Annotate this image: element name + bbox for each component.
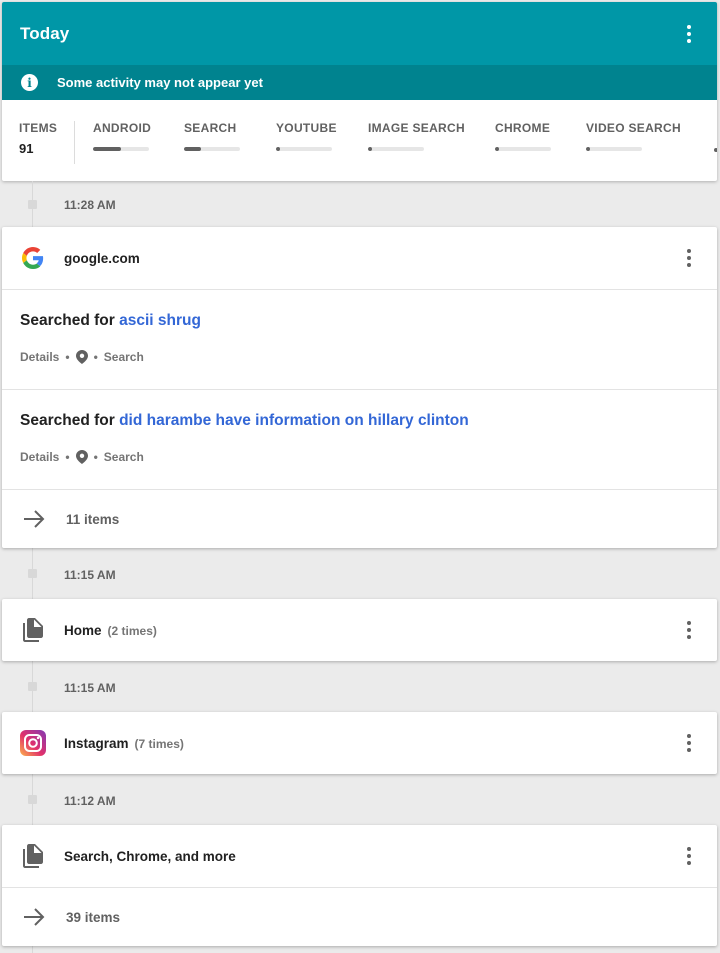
card-title: Home <box>64 622 102 638</box>
activity-card-home: Home (2 times) <box>2 599 717 661</box>
entry-prefix: Searched for <box>20 412 115 429</box>
chip-bar <box>184 147 240 151</box>
file-copy-icon <box>20 843 46 869</box>
product-label: Search <box>103 450 144 464</box>
activity-timeline: 11:28 AM google.com Searched for ascii s… <box>2 181 717 953</box>
card-header[interactable]: Search, Chrome, and more <box>2 825 717 887</box>
location-pin-icon[interactable] <box>75 450 88 464</box>
search-query-link[interactable]: did harambe have information on hillary … <box>119 412 469 429</box>
time-marker: 11:15 AM <box>2 548 717 599</box>
chip-label: IMAGE SEARCH <box>368 121 465 135</box>
chip-bar <box>368 147 424 151</box>
chip-label: CHROME <box>495 121 551 135</box>
more-vert-icon[interactable] <box>677 844 701 868</box>
chip-bar <box>495 147 551 151</box>
more-vert-icon[interactable] <box>677 246 701 270</box>
card-header[interactable]: google.com <box>2 227 717 289</box>
more-items-count: 39 items <box>66 909 121 925</box>
search-query-link[interactable]: ascii shrug <box>119 312 201 329</box>
more-vert-icon[interactable] <box>677 731 701 755</box>
chip-label: ANDROID <box>93 121 152 135</box>
time-marker: 11:15 AM <box>2 661 717 712</box>
details-link[interactable]: Details <box>20 350 59 364</box>
arrow-forward-icon <box>24 510 45 528</box>
more-items-count: 11 items <box>66 511 120 527</box>
instagram-icon <box>20 730 46 756</box>
google-icon <box>20 245 46 271</box>
filter-chip-android[interactable]: ANDROID <box>75 121 166 151</box>
visit-count: (2 times) <box>107 623 157 638</box>
chip-label: YOUTUBE <box>276 121 337 135</box>
visit-count: (7 times) <box>134 736 184 751</box>
filter-chip-chrome[interactable]: CHROME <box>477 121 568 151</box>
chip-label: VIDEO SEARCH <box>586 121 681 135</box>
card-title: Instagram <box>64 735 129 751</box>
file-copy-icon <box>20 617 46 643</box>
notice-bar: i Some activity may not appear yet <box>2 65 717 100</box>
activity-card-google: google.com Searched for ascii shrug Deta… <box>2 227 717 548</box>
product-filters: ITEMS 91 ANDROID SEARCH YOUTUBE IMAGE SE… <box>2 100 717 181</box>
more-vert-icon[interactable] <box>677 618 701 642</box>
card-title: google.com <box>64 250 140 266</box>
filter-chip-overflow[interactable] <box>711 121 717 161</box>
entry-prefix: Searched for <box>20 312 115 329</box>
time-label: 11:28 AM <box>64 198 116 212</box>
view-more-items-row[interactable]: 11 items <box>2 490 717 548</box>
time-label: 11:15 AM <box>64 680 116 695</box>
filter-chip-youtube[interactable]: YOUTUBE <box>258 121 350 151</box>
more-vert-icon[interactable] <box>677 22 701 46</box>
card-header[interactable]: Instagram (7 times) <box>2 712 717 774</box>
top-bar: Today <box>2 2 717 65</box>
items-count: ITEMS 91 <box>2 121 75 164</box>
time-marker: 11:28 AM <box>2 181 717 227</box>
activity-header-card: Today i Some activity may not appear yet… <box>2 2 717 181</box>
info-icon: i <box>21 74 38 91</box>
card-title: Search, Chrome, and more <box>64 848 236 864</box>
card-header[interactable]: Home (2 times) <box>2 599 717 661</box>
chip-bar <box>93 147 149 151</box>
time-marker: 11:12 AM <box>2 774 717 825</box>
filter-chip-image-search[interactable]: IMAGE SEARCH <box>350 121 477 151</box>
view-more-items-row[interactable]: 39 items <box>2 888 717 946</box>
chip-label: SEARCH <box>184 121 237 135</box>
activity-entry: Searched for ascii shrug Details • • Sea… <box>20 312 201 364</box>
filter-chip-video-search[interactable]: VIDEO SEARCH <box>568 121 681 151</box>
items-number: 91 <box>19 141 34 156</box>
time-label: 11:12 AM <box>64 793 116 808</box>
time-label: 11:15 AM <box>64 567 116 582</box>
location-pin-icon[interactable] <box>75 350 88 364</box>
chip-bar <box>586 147 642 151</box>
activity-entry: Searched for did harambe have informatio… <box>20 412 469 464</box>
activity-card-bundle: Search, Chrome, and more 39 items <box>2 825 717 946</box>
product-label: Search <box>103 350 144 364</box>
items-label: ITEMS <box>19 121 58 135</box>
page-title: Today <box>20 23 70 43</box>
filter-chip-search[interactable]: SEARCH <box>166 121 258 151</box>
chip-bar <box>276 147 332 151</box>
arrow-forward-icon <box>24 908 45 926</box>
activity-card-instagram: Instagram (7 times) <box>2 712 717 774</box>
details-link[interactable]: Details <box>20 450 59 464</box>
notice-text: Some activity may not appear yet <box>57 75 263 90</box>
